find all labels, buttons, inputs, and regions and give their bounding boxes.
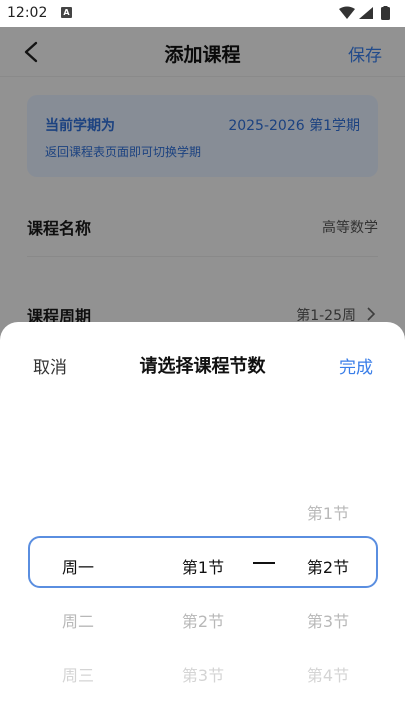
notification-icon: A <box>61 7 72 18</box>
start-period-selected[interactable]: 第1节 <box>158 554 248 578</box>
day-picker-option[interactable]: 周二 <box>33 608 123 632</box>
start-period-option[interactable]: 第2节 <box>158 608 248 632</box>
end-period-option[interactable]: 第4节 <box>283 662 373 686</box>
status-bar: 12:02 A <box>0 0 405 27</box>
battery-icon <box>381 7 390 20</box>
done-button[interactable]: 完成 <box>339 353 373 378</box>
end-period-option[interactable]: 第3节 <box>283 608 373 632</box>
day-picker-selected[interactable]: 周一 <box>33 554 123 578</box>
period-picker-sheet: 取消 请选择课程节数 完成 周一 周二 周三 第1节 第2节 第3节 第1节 第… <box>0 322 405 720</box>
status-time: 12:02 <box>7 5 48 21</box>
status-icons <box>339 6 390 20</box>
day-picker-option[interactable]: 周三 <box>33 662 123 686</box>
wifi-icon <box>339 6 355 19</box>
start-period-option[interactable]: 第3节 <box>158 662 248 686</box>
end-period-selected[interactable]: 第2节 <box>283 554 373 578</box>
range-dash <box>253 562 275 564</box>
signal-icon <box>359 7 373 19</box>
end-period-option[interactable]: 第1节 <box>283 500 373 524</box>
